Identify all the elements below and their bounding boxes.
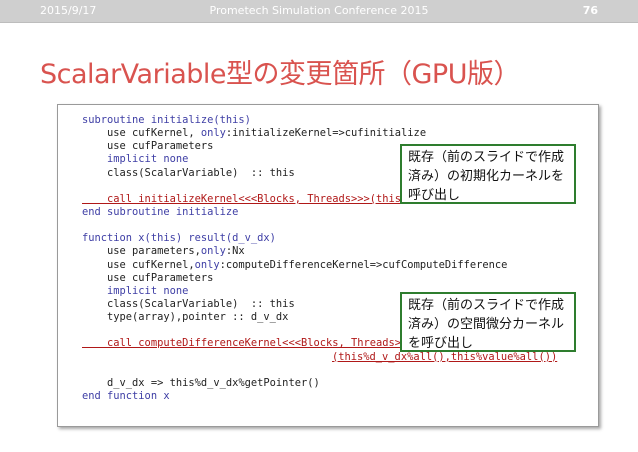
code-text: use cufKernel,: [82, 127, 201, 140]
code-text: class(ScalarVariable) :: this: [82, 166, 295, 179]
code-line: use cufParameters: [82, 272, 557, 285]
callout-line: 済み）の空間微分カーネル: [408, 317, 565, 332]
code-line: subroutine initialize(this): [82, 114, 557, 127]
code-text: d_v_dx => this%d_v_dx%getPointer(): [82, 376, 320, 389]
code-text: end function x: [82, 389, 170, 402]
code-text: implicit none: [82, 284, 189, 297]
code-text: :Nx: [225, 245, 245, 258]
code-line: end function x: [82, 390, 557, 403]
code-text: :computeDifferenceKernel=>cufComputeDiff…: [219, 258, 508, 271]
header-conference: Prometech Simulation Conference 2015: [209, 4, 429, 17]
callout-difference-kernel: 既存（前のスライドで作成 済み）の空間微分カーネル を呼び出し: [400, 292, 576, 352]
code-text: implicit none: [82, 153, 189, 166]
code-line: use cufKernel, only:initializeKernel=>cu…: [82, 127, 557, 140]
code-line: use cufKernel,only:computeDifferenceKern…: [82, 259, 557, 272]
code-line: use parameters,only:Nx: [82, 245, 557, 258]
header-page-number: 76: [582, 4, 598, 17]
callout-line: 呼び出し: [408, 188, 461, 203]
callout-line: 既存（前のスライドで作成: [408, 298, 565, 313]
code-highlight-call: call computeDifferenceKernel<<<Blocks, T…: [82, 337, 414, 350]
code-line: d_v_dx => this%d_v_dx%getPointer(): [82, 377, 557, 390]
callout-line: 済み）の初期化カーネルを: [408, 169, 565, 184]
code-text: use parameters,: [82, 245, 201, 258]
callout-line: を呼び出し: [408, 336, 474, 351]
code-text: subroutine initialize(this): [82, 114, 251, 126]
code-text: :initializeKernel=>cufinitialize: [225, 127, 427, 140]
slide-title: ScalarVariable型の変更箇所（GPU版）: [40, 59, 520, 90]
callout-line: 既存（前のスライドで作成: [408, 150, 565, 165]
code-text: type(array),pointer :: d_v_dx: [82, 311, 289, 324]
code-text: use cufParameters: [82, 271, 214, 284]
code-text: use cufKernel,: [82, 258, 195, 271]
code-text: end subroutine initialize: [82, 205, 239, 218]
code-keyword: only: [200, 127, 226, 140]
code-text: use cufParameters: [82, 140, 214, 153]
callout-initialize-kernel: 既存（前のスライドで作成 済み）の初期化カーネルを 呼び出し: [400, 144, 576, 204]
slide-header-bar: 2015/9/17 Prometech Simulation Conferenc…: [0, 0, 638, 23]
code-keyword: only: [194, 258, 220, 271]
code-text: class(ScalarVariable) :: this: [82, 297, 295, 310]
code-line: end subroutine initialize: [82, 206, 557, 219]
code-text: function x(this) result(d_v_dx): [82, 232, 276, 245]
code-line: function x(this) result(d_v_dx): [82, 232, 557, 245]
code-keyword: only: [200, 245, 226, 258]
